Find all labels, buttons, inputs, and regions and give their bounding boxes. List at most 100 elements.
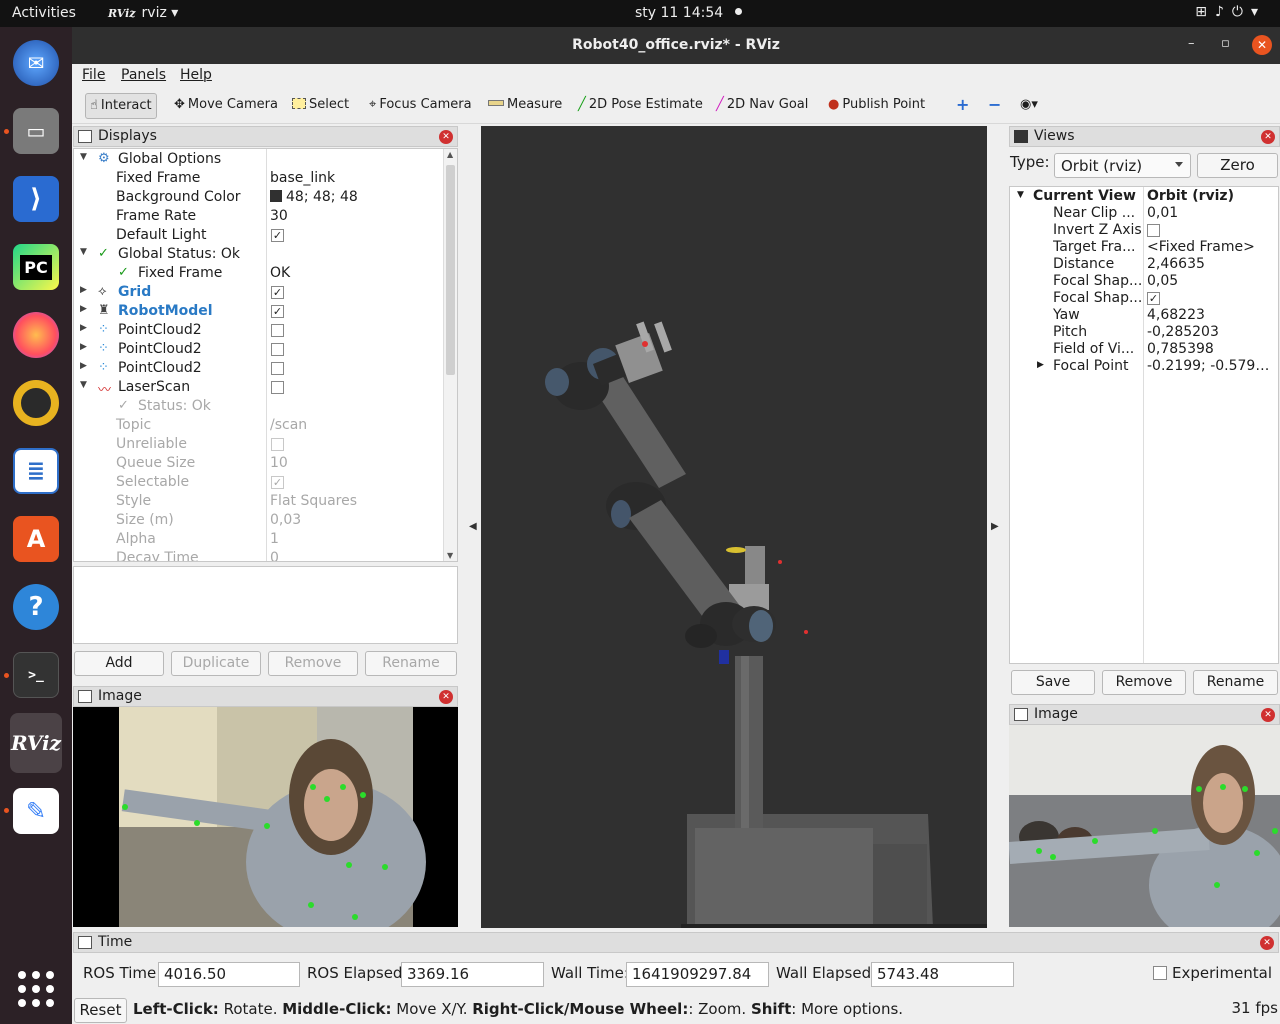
- tree-row-frame-rate[interactable]: Frame Rate 30: [74, 207, 446, 226]
- displays-tree[interactable]: ▼ ⚙ Global Options Fixed Frame base_link…: [73, 148, 458, 562]
- dock-writer[interactable]: ≣: [10, 445, 62, 497]
- tree-row-yaw[interactable]: Yaw 4,68223: [1010, 307, 1278, 324]
- rename-view-button[interactable]: Rename: [1193, 670, 1278, 695]
- save-view-button[interactable]: Save: [1011, 670, 1095, 695]
- tree-row-background-color[interactable]: Background Color 48; 48; 48: [74, 188, 446, 207]
- tree-row-topic[interactable]: Topic /scan: [74, 416, 446, 435]
- dock-terminal[interactable]: >_: [10, 649, 62, 701]
- collapse-right-icon[interactable]: ▶: [991, 521, 999, 532]
- panel-close-icon[interactable]: ✕: [439, 690, 453, 704]
- tool-publish-point[interactable]: ● Publish Point: [824, 93, 929, 119]
- tool-select[interactable]: Select: [288, 93, 353, 119]
- tree-row-pointcloud2[interactable]: ▶ ⁘ PointCloud2: [74, 340, 446, 359]
- camera-image-left[interactable]: [73, 707, 458, 927]
- tree-row-value[interactable]: 0,785398: [1147, 341, 1275, 357]
- checkbox[interactable]: [271, 438, 284, 451]
- activities-button[interactable]: Activities: [12, 5, 76, 21]
- panel-close-icon[interactable]: ✕: [439, 130, 453, 144]
- dock-thunderbird[interactable]: ✉: [10, 37, 62, 89]
- tree-row-value[interactable]: 0,05: [1147, 273, 1275, 289]
- tree-row-queue-size[interactable]: Queue Size 10: [74, 454, 446, 473]
- menu-file[interactable]: File: [82, 67, 105, 83]
- tree-row-value[interactable]: 0,03: [270, 512, 301, 528]
- zero-button[interactable]: Zero: [1197, 153, 1278, 178]
- tree-row-value[interactable]: 2,46635: [1147, 256, 1275, 272]
- tool-focus-camera[interactable]: ⌖ Focus Camera: [365, 93, 476, 119]
- tree-row-focal-shape-fixed[interactable]: Focal Shap... ✓: [1010, 290, 1278, 307]
- dock-rviz[interactable]: RViz: [10, 713, 62, 773]
- tool-properties-button[interactable]: ◉▾: [1016, 93, 1042, 119]
- expand-arrow-icon[interactable]: ▼: [80, 247, 87, 257]
- show-applications-icon[interactable]: [18, 971, 54, 1007]
- remove-tool-button[interactable]: −: [984, 91, 1005, 117]
- tree-row-alpha[interactable]: Alpha 1: [74, 530, 446, 549]
- tool-move-camera[interactable]: ✥ Move Camera: [170, 93, 282, 119]
- tree-row-field-of-view[interactable]: Field of Vi... 0,785398: [1010, 341, 1278, 358]
- 3d-render-view[interactable]: [481, 126, 987, 928]
- scroll-up-icon[interactable]: ▲: [447, 150, 453, 159]
- tree-row-value[interactable]: 0: [270, 550, 279, 561]
- tree-row-decay-time[interactable]: Decay Time 0: [74, 549, 446, 561]
- expand-arrow-icon[interactable]: ▼: [1017, 190, 1024, 200]
- duplicate-display-button[interactable]: Duplicate: [171, 651, 261, 676]
- tree-row-target-frame[interactable]: Target Fra... <Fixed Frame>: [1010, 239, 1278, 256]
- panel-close-icon[interactable]: ✕: [1261, 708, 1275, 722]
- checkbox[interactable]: [271, 343, 284, 356]
- panel-close-icon[interactable]: ✕: [1260, 936, 1274, 950]
- tree-row-value[interactable]: /scan: [270, 417, 307, 433]
- scrollbar-thumb[interactable]: [446, 165, 455, 375]
- dock-firefox[interactable]: [10, 309, 62, 361]
- tree-row-robotmodel[interactable]: ▶ ♜ RobotModel ✓: [74, 302, 446, 321]
- maximize-button[interactable]: ▫: [1221, 36, 1230, 51]
- tool-interact[interactable]: ☝ Interact: [85, 93, 157, 119]
- dock-vscode[interactable]: ⟩: [10, 173, 62, 225]
- checkbox[interactable]: ✓: [1147, 292, 1160, 305]
- tree-row-fixed-frame-status[interactable]: ✓ Fixed Frame OK: [74, 264, 446, 283]
- tree-row-value[interactable]: 4,68223: [1147, 307, 1275, 323]
- tree-row-value[interactable]: 1: [270, 531, 279, 547]
- reset-button[interactable]: Reset: [74, 998, 127, 1023]
- wall-elapsed-field[interactable]: 5743.48: [871, 962, 1014, 987]
- tree-row-invert-z[interactable]: Invert Z Axis: [1010, 222, 1278, 239]
- dock-text-editor[interactable]: ✎: [10, 785, 62, 837]
- tree-row-grid[interactable]: ▶ ⟡ Grid ✓: [74, 283, 446, 302]
- tree-row-selectable[interactable]: Selectable ✓: [74, 473, 446, 492]
- expand-arrow-icon[interactable]: ▶: [80, 361, 87, 371]
- close-button[interactable]: ✕: [1252, 35, 1272, 55]
- tree-row-current-view[interactable]: ▼ Current View Orbit (rviz): [1010, 188, 1278, 205]
- tree-row-pointcloud2[interactable]: ▶ ⁘ PointCloud2: [74, 321, 446, 340]
- tree-row-fixed-frame[interactable]: Fixed Frame base_link: [74, 169, 446, 188]
- tree-row-pitch[interactable]: Pitch -0,285203: [1010, 324, 1278, 341]
- ros-elapsed-field[interactable]: 3369.16: [401, 962, 544, 987]
- dock-files[interactable]: ▭: [10, 105, 62, 157]
- app-menu[interactable]: RViz rviz ▾: [108, 5, 178, 21]
- checkbox[interactable]: ✓: [271, 476, 284, 489]
- tree-row-style[interactable]: Style Flat Squares: [74, 492, 446, 511]
- dock-software[interactable]: A: [10, 513, 62, 565]
- tree-row-value[interactable]: -0.2199; -0.5794...: [1147, 358, 1275, 374]
- tree-row-size[interactable]: Size (m) 0,03: [74, 511, 446, 530]
- experimental-checkbox[interactable]: [1153, 966, 1167, 980]
- tree-row-value[interactable]: -0,285203: [1147, 324, 1275, 340]
- window-titlebar[interactable]: Robot40_office.rviz* - RViz – ▫ ✕: [72, 27, 1280, 64]
- tree-row-focal-point[interactable]: ▶ Focal Point -0.2199; -0.5794...: [1010, 358, 1278, 375]
- system-tray[interactable]: ⊞♪⏻▾: [1195, 4, 1266, 20]
- add-display-button[interactable]: Add: [74, 651, 164, 676]
- menu-panels[interactable]: Panels: [121, 67, 166, 83]
- tree-row-pointcloud2[interactable]: ▶ ⁘ PointCloud2: [74, 359, 446, 378]
- checkbox[interactable]: ✓: [271, 229, 284, 242]
- minimize-button[interactable]: –: [1188, 36, 1195, 51]
- dock-pycharm[interactable]: PC: [10, 241, 62, 293]
- dock-help[interactable]: ?: [10, 581, 62, 633]
- menu-help[interactable]: Help: [180, 67, 212, 83]
- clock[interactable]: sty 11 14:54: [635, 5, 743, 21]
- tree-row-unreliable[interactable]: Unreliable: [74, 435, 446, 454]
- expand-arrow-icon[interactable]: ▶: [80, 342, 87, 352]
- views-property-tree[interactable]: ▼ Current View Orbit (rviz) Near Clip ..…: [1009, 186, 1279, 664]
- tree-row-global-status[interactable]: ▼ ✓ Global Status: Ok: [74, 245, 446, 264]
- tree-row-near-clip[interactable]: Near Clip ... 0,01: [1010, 205, 1278, 222]
- ros-time-field[interactable]: 4016.50: [158, 962, 300, 987]
- tool-measure[interactable]: Measure: [484, 93, 566, 119]
- panel-close-icon[interactable]: ✕: [1261, 130, 1275, 144]
- checkbox[interactable]: [1147, 224, 1160, 237]
